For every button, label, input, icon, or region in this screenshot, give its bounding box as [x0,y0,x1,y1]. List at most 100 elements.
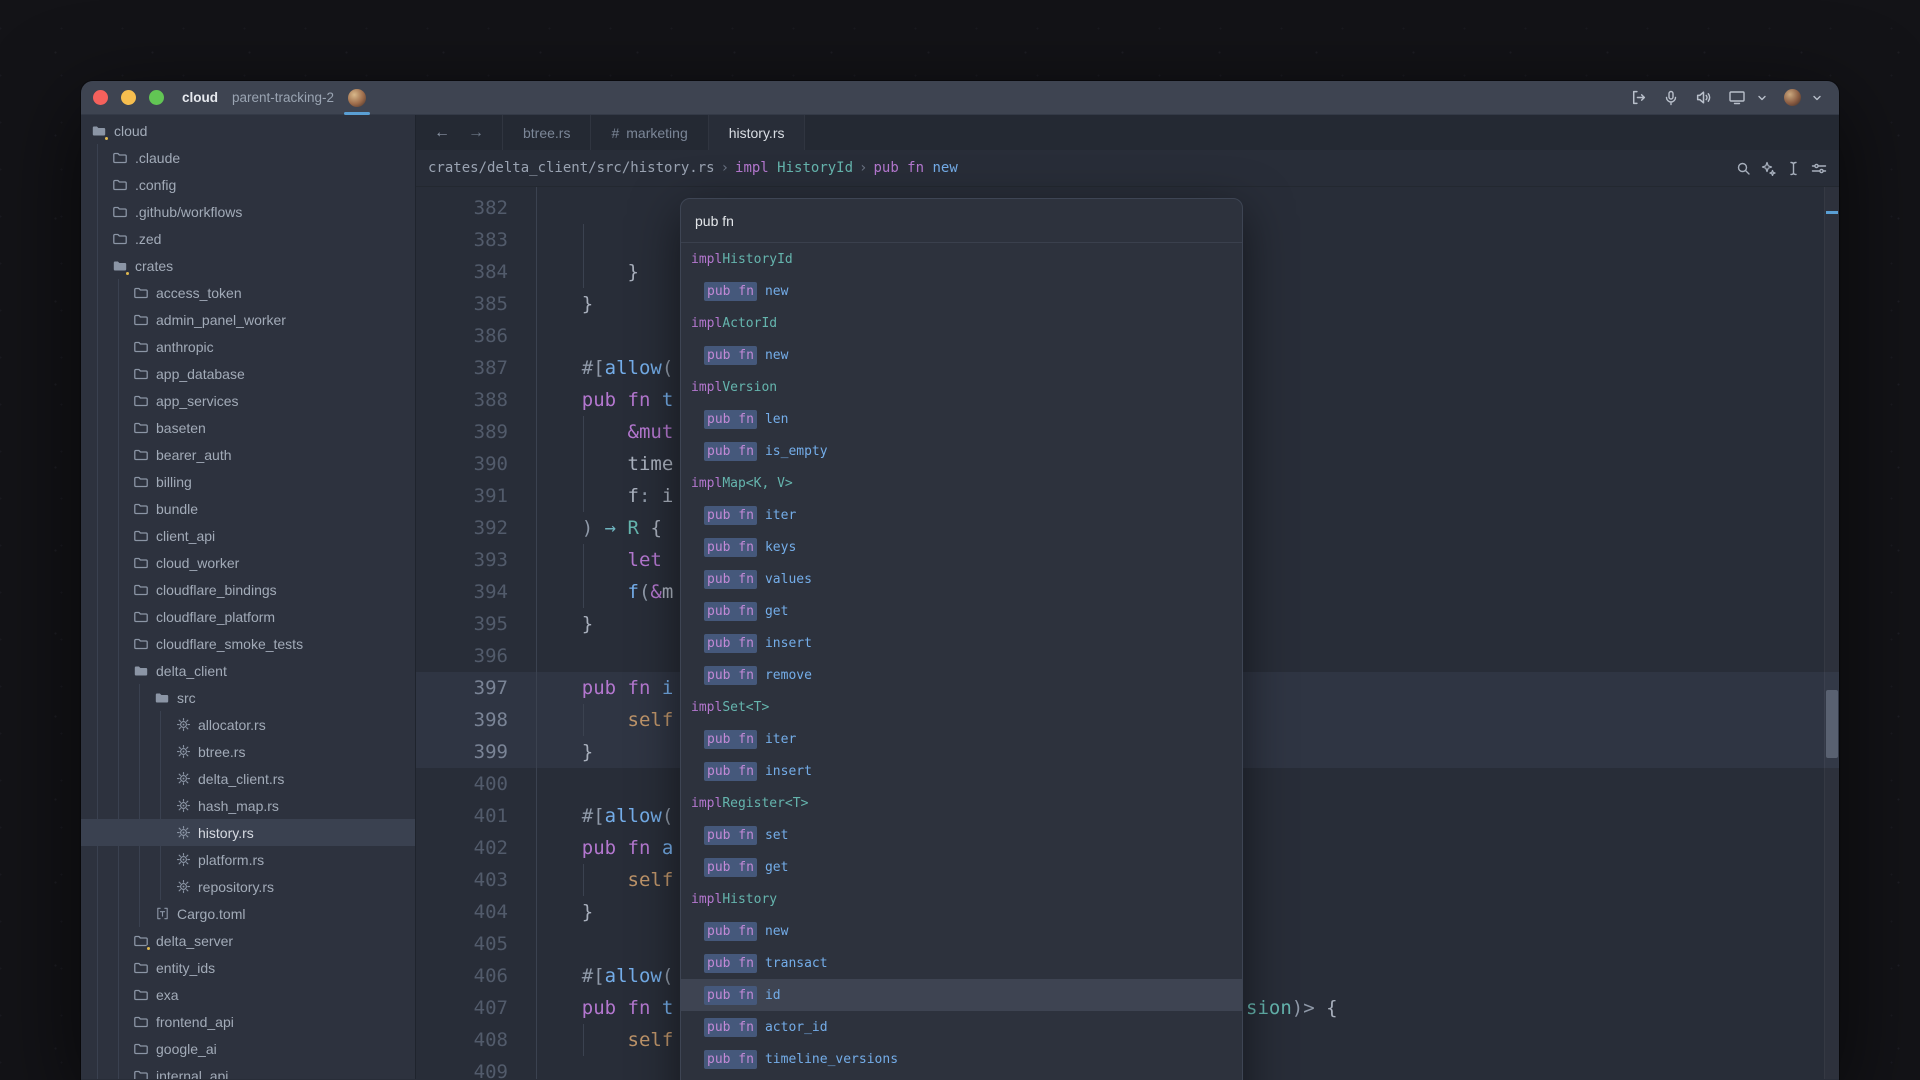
match-highlight-chip: pub fn [704,602,757,621]
outline-item-map-k-v-[interactable]: impl Map<K, V> [681,467,1242,499]
tree-indent-guide [97,468,98,495]
outline-item-historyid[interactable]: impl HistoryId [681,243,1242,275]
breadcrumb-fn-keyword[interactable]: pub fn [873,160,924,176]
chevron-down-icon[interactable] [1756,92,1768,104]
tree-item-baseten[interactable]: baseten [81,414,415,441]
tree-item--github-workflows[interactable]: .github/workflows [81,198,415,225]
tree-item--claude[interactable]: .claude [81,144,415,171]
project-name[interactable]: cloud [182,90,218,105]
outline-item-insert[interactable]: pub fninsert [681,755,1242,787]
tree-item-access-token[interactable]: access_token [81,279,415,306]
outline-item-get[interactable]: pub fnget [681,851,1242,883]
outline-item-transact[interactable]: pub fntransact [681,947,1242,979]
tree-indent-guide [97,252,98,279]
speaker-icon[interactable] [1695,89,1712,106]
tree-item-cargo-toml[interactable]: Cargo.toml [81,900,415,927]
outline-item-actor-id[interactable]: pub fnactor_id [681,1011,1242,1043]
back-button[interactable]: ← [434,124,450,142]
breadcrumb[interactable]: crates/delta_client/src/history.rs›impl … [428,160,958,176]
outline-item-partial[interactable]: pub fn [681,1075,1242,1080]
outline-item-values[interactable]: pub fnvalues [681,563,1242,595]
outline-item-keys[interactable]: pub fnkeys [681,531,1242,563]
rust-file-icon [175,852,191,868]
tab-btree-rs[interactable]: btree.rs [503,115,591,150]
outline-item-iter[interactable]: pub fniter [681,499,1242,531]
tree-item-history-rs[interactable]: history.rs [81,819,415,846]
scrollbar-thumb[interactable] [1826,690,1838,758]
tree-item--zed[interactable]: .zed [81,225,415,252]
collaborator-avatar[interactable] [348,89,366,107]
tree-item-delta-client-rs[interactable]: delta_client.rs [81,765,415,792]
screen-share-icon[interactable] [1728,89,1746,106]
tree-item-client-api[interactable]: client_api [81,522,415,549]
tree-item-cloud[interactable]: cloud [81,117,415,144]
outline-item-actorid[interactable]: impl ActorId [681,307,1242,339]
outline-item-len[interactable]: pub fnlen [681,403,1242,435]
tree-item-src[interactable]: src [81,684,415,711]
tree-item-repository-rs[interactable]: repository.rs [81,873,415,900]
tree-item-cloudflare-bindings[interactable]: cloudflare_bindings [81,576,415,603]
tree-item-hash-map-rs[interactable]: hash_map.rs [81,792,415,819]
breadcrumb-impl-type[interactable]: HistoryId [777,160,853,176]
search-icon[interactable] [1736,161,1751,176]
close-window-button[interactable] [93,90,108,105]
git-branch[interactable]: parent-tracking-2 [232,90,334,105]
tree-item-google-ai[interactable]: google_ai [81,1035,415,1062]
zed-window: cloud parent-tracking-2 [81,81,1839,1080]
tree-item-cloudflare-smoke-tests[interactable]: cloudflare_smoke_tests [81,630,415,657]
microphone-icon[interactable] [1663,90,1679,106]
tree-item-cloud-worker[interactable]: cloud_worker [81,549,415,576]
sparkle-icon[interactable] [1761,161,1776,176]
breadcrumb-fn-name[interactable]: new [932,160,957,176]
tree-item-bundle[interactable]: bundle [81,495,415,522]
tree-item-allocator-rs[interactable]: allocator.rs [81,711,415,738]
tree-item-admin-panel-worker[interactable]: admin_panel_worker [81,306,415,333]
tree-item-btree-rs[interactable]: btree.rs [81,738,415,765]
outline-item-remove[interactable]: pub fnremove [681,659,1242,691]
tree-item-internal-api[interactable]: internal_api [81,1062,415,1079]
tree-item-delta-server[interactable]: delta_server [81,927,415,954]
user-avatar[interactable] [1784,89,1801,106]
outline-item-version[interactable]: impl Version [681,371,1242,403]
forward-button[interactable]: → [468,124,484,142]
tree-item-cloudflare-platform[interactable]: cloudflare_platform [81,603,415,630]
tree-item-app-services[interactable]: app_services [81,387,415,414]
outline-search-input[interactable]: pub fn [681,199,1242,242]
tree-item-entity-ids[interactable]: entity_ids [81,954,415,981]
outline-item-history[interactable]: impl History [681,883,1242,915]
outline-item-is-empty[interactable]: pub fnis_empty [681,435,1242,467]
outline-item-timeline-versions[interactable]: pub fntimeline_versions [681,1043,1242,1075]
tree-item--config[interactable]: .config [81,171,415,198]
tab-marketing[interactable]: #marketing [591,115,708,150]
outline-item-set[interactable]: pub fnset [681,819,1242,851]
tree-item-crates[interactable]: crates [81,252,415,279]
outline-item-id[interactable]: pub fnid [681,979,1242,1011]
tree-item-billing[interactable]: billing [81,468,415,495]
outline-item-get[interactable]: pub fnget [681,595,1242,627]
editor-scrollbar[interactable] [1824,187,1839,1079]
tab-history-rs[interactable]: history.rs [709,115,806,150]
leave-call-icon[interactable] [1630,89,1647,106]
breadcrumb-path[interactable]: crates/delta_client/src/history.rs [428,160,715,176]
tree-item-platform-rs[interactable]: platform.rs [81,846,415,873]
outline-item-register-t-[interactable]: impl Register<T> [681,787,1242,819]
tree-item-anthropic[interactable]: anthropic [81,333,415,360]
outline-item-iter[interactable]: pub fniter [681,723,1242,755]
outline-item-new[interactable]: pub fnnew [681,339,1242,371]
outline-item-new[interactable]: pub fnnew [681,915,1242,947]
filter-icon[interactable] [1811,161,1827,176]
tree-item-delta-client[interactable]: delta_client [81,657,415,684]
zoom-window-button[interactable] [149,90,164,105]
outline-item-insert[interactable]: pub fninsert [681,627,1242,659]
tree-item-app-database[interactable]: app_database [81,360,415,387]
tree-item-exa[interactable]: exa [81,981,415,1008]
tree-item-bearer-auth[interactable]: bearer_auth [81,441,415,468]
breadcrumb-impl-keyword[interactable]: impl [735,160,769,176]
outline-item-new[interactable]: pub fnnew [681,275,1242,307]
tree-item-frontend-api[interactable]: frontend_api [81,1008,415,1035]
tree-item-label: .github/workflows [135,204,242,220]
text-cursor-icon[interactable] [1786,161,1801,176]
minimize-window-button[interactable] [121,90,136,105]
chevron-down-icon[interactable] [1811,92,1823,104]
outline-item-set-t-[interactable]: impl Set<T> [681,691,1242,723]
